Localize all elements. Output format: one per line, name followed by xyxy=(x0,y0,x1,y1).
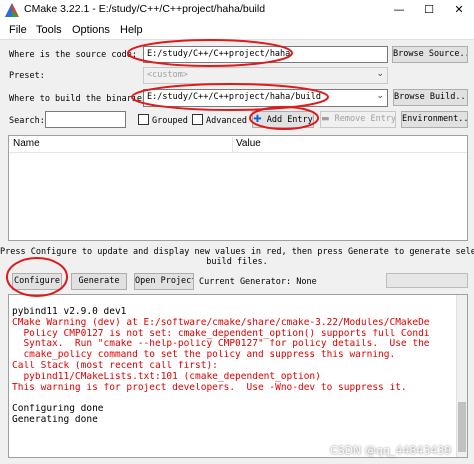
advanced-checkbox[interactable] xyxy=(192,114,203,125)
window-title: CMake 3.22.1 - E:/study/C++/C++project/h… xyxy=(24,3,266,15)
add-entry-button[interactable]: ✚ Add Entry xyxy=(252,111,314,128)
log-line: cmake_policy command to set the policy a… xyxy=(12,350,396,361)
column-divider xyxy=(232,137,233,152)
configure-button[interactable]: Configure xyxy=(12,273,62,290)
plus-icon: ✚ xyxy=(253,114,262,125)
add-entry-label: Add Entry xyxy=(266,115,313,125)
environment-button[interactable]: Environment... xyxy=(401,111,468,128)
chevron-down-icon: ⌄ xyxy=(376,91,384,101)
minus-icon: ▬ xyxy=(321,114,330,124)
preset-value: <custom> xyxy=(147,70,188,80)
csdn-watermark: CSDN @qq_44843439 xyxy=(330,444,452,457)
log-line: Syntax. Run "cmake --help-policy CMP0127… xyxy=(12,339,430,350)
current-generator-label: Current Generator: None xyxy=(199,277,317,287)
maximize-button[interactable]: ☐ xyxy=(414,0,444,20)
grouped-label: Grouped xyxy=(152,116,188,126)
instruction-line-2: build files. xyxy=(206,257,268,267)
chevron-down-icon: ⌄ xyxy=(376,69,384,79)
source-label: Where is the source code: xyxy=(9,50,137,60)
menu-file[interactable]: File xyxy=(9,24,27,36)
preset-select[interactable]: <custom> ⌄ xyxy=(143,67,388,84)
preset-label: Preset: xyxy=(9,71,45,81)
generate-button[interactable]: Generate xyxy=(71,273,127,290)
scrollbar-thumb[interactable] xyxy=(458,402,466,452)
browse-build-button[interactable]: Browse Build... xyxy=(393,89,468,106)
log-line: Policy CMP0127 is not set: cmake_depende… xyxy=(12,328,430,339)
remove-entry-label: Remove Entry xyxy=(334,114,396,124)
menu-tools[interactable]: Tools xyxy=(36,24,62,36)
advanced-label: Advanced xyxy=(206,116,247,126)
log-line: Configuring done xyxy=(12,404,104,415)
build-path-combo[interactable]: E:/study/C++/C++project/haha/build ⌄ xyxy=(143,89,388,107)
instruction-line-1: Press Configure to update and display ne… xyxy=(0,247,474,257)
log-line: This warning is for project developers. … xyxy=(12,382,407,393)
build-label: Where to build the binaries: xyxy=(9,94,153,104)
remove-entry-button[interactable]: ▬ Remove Entry xyxy=(320,111,396,128)
column-header-value[interactable]: Value xyxy=(236,138,261,149)
minimize-button[interactable]: — xyxy=(384,0,414,20)
log-line: pybind11 v2.9.0 dev1 xyxy=(12,307,127,317)
grouped-checkbox[interactable] xyxy=(138,114,149,125)
open-project-button[interactable]: Open Project xyxy=(134,273,194,290)
search-label: Search: xyxy=(9,116,45,126)
cmake-logo-icon xyxy=(5,3,19,17)
menu-options[interactable]: Options xyxy=(72,24,110,36)
search-input[interactable] xyxy=(45,111,126,128)
log-line: Generating done xyxy=(12,415,98,425)
close-button[interactable]: ✕ xyxy=(444,0,474,20)
log-line: Call Stack (most recent call first): xyxy=(12,361,218,371)
log-line: CMake Warning (dev) at E:/software/cmake… xyxy=(12,317,430,328)
browse-source-button[interactable]: Browse Source... xyxy=(392,46,468,63)
column-header-name[interactable]: Name xyxy=(13,138,40,149)
log-line: pybind11/CMakeLists.txt:101 (cmake_depen… xyxy=(12,371,321,382)
menu-help[interactable]: Help xyxy=(120,24,143,36)
source-path-input[interactable]: E:/study/C++/C++project/haha xyxy=(143,46,388,63)
build-path-value: E:/study/C++/C++project/haha/build xyxy=(147,92,321,102)
progress-bar xyxy=(386,273,468,288)
